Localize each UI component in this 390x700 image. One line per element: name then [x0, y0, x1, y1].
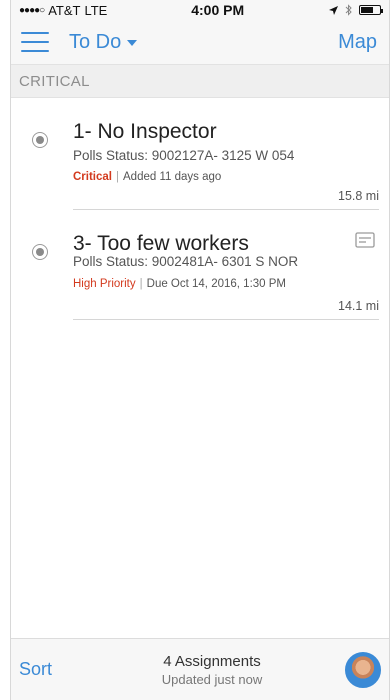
priority-badge: Critical — [73, 171, 112, 183]
menu-line — [21, 41, 49, 43]
item-date: Due Oct 14, 2016, 1:30 PM — [146, 278, 286, 290]
meta-separator: | — [116, 171, 119, 183]
item-meta: Critical | Added 11 days ago — [73, 171, 293, 183]
menu-line — [21, 50, 49, 52]
status-right — [328, 4, 383, 16]
list-selector-dropdown[interactable]: To Do — [69, 30, 138, 54]
location-arrow-icon — [329, 5, 338, 15]
bluetooth-icon — [345, 4, 352, 16]
status-radio-icon[interactable] — [32, 244, 48, 260]
assignment-list[interactable]: 1- No Inspector Polls Status: 9002127A- … — [11, 98, 389, 639]
note-icon — [355, 232, 375, 248]
item-date: Added 11 days ago — [123, 171, 222, 183]
item-meta: High Priority | Due Oct 14, 2016, 1:30 PM — [73, 278, 293, 290]
hamburger-menu-icon[interactable] — [21, 32, 49, 52]
item-distance: 15.8 mi — [338, 189, 379, 203]
item-title: 3- Too few workers — [73, 232, 249, 255]
list-item-content: 3- Too few workers Polls Status: 9002481… — [73, 232, 379, 320]
navigation-bar: To Do Map — [11, 20, 389, 64]
status-left: ●●●●○ AT&T LTE — [19, 3, 107, 18]
assignment-count: 4 Assignments — [163, 652, 261, 670]
status-bar: ●●●●○ AT&T LTE 4:00 PM — [11, 0, 389, 20]
caret-down-icon — [127, 40, 138, 46]
last-updated: Updated just now — [161, 671, 263, 687]
list-selector-label: To Do — [69, 30, 122, 53]
item-distance: 14.1 mi — [338, 299, 379, 313]
battery-icon — [359, 5, 383, 15]
map-button[interactable]: Map — [338, 31, 377, 54]
user-avatar-icon[interactable] — [345, 651, 381, 688]
bottom-toolbar: Sort 4 Assignments Updated just now — [11, 638, 389, 700]
meta-separator: | — [139, 278, 143, 290]
assignment-summary: 4 Assignments Updated just now — [79, 653, 345, 687]
signal-strength-icon: ●●●●○ — [19, 4, 45, 16]
list-item-content: 1- No Inspector Polls Status: 9002127A- … — [73, 120, 379, 210]
list-item[interactable]: 3- Too few workers Polls Status: 9002481… — [11, 210, 389, 320]
list-item[interactable]: 1- No Inspector Polls Status: 9002127A- … — [11, 98, 389, 210]
status-radio-icon[interactable] — [32, 132, 48, 148]
menu-line — [21, 32, 49, 34]
status-time: 4:00 PM — [191, 2, 245, 18]
sort-button[interactable]: Sort — [19, 659, 79, 680]
priority-badge: High Priority — [73, 278, 136, 290]
item-subtitle: Polls Status: 9002127A- 3125 W 054 — [73, 148, 295, 163]
phone-screen: ●●●●○ AT&T LTE 4:00 PM To Do Map CRITICA… — [10, 0, 390, 700]
battery-level — [361, 7, 373, 13]
section-header-critical: CRITICAL — [11, 64, 389, 98]
item-subtitle: Polls Status: 9002481A- 6301 S NOR — [73, 256, 299, 269]
network-type: LTE — [84, 2, 108, 18]
item-title: 1- No Inspector — [73, 120, 217, 143]
carrier-name: AT&T — [48, 2, 81, 18]
